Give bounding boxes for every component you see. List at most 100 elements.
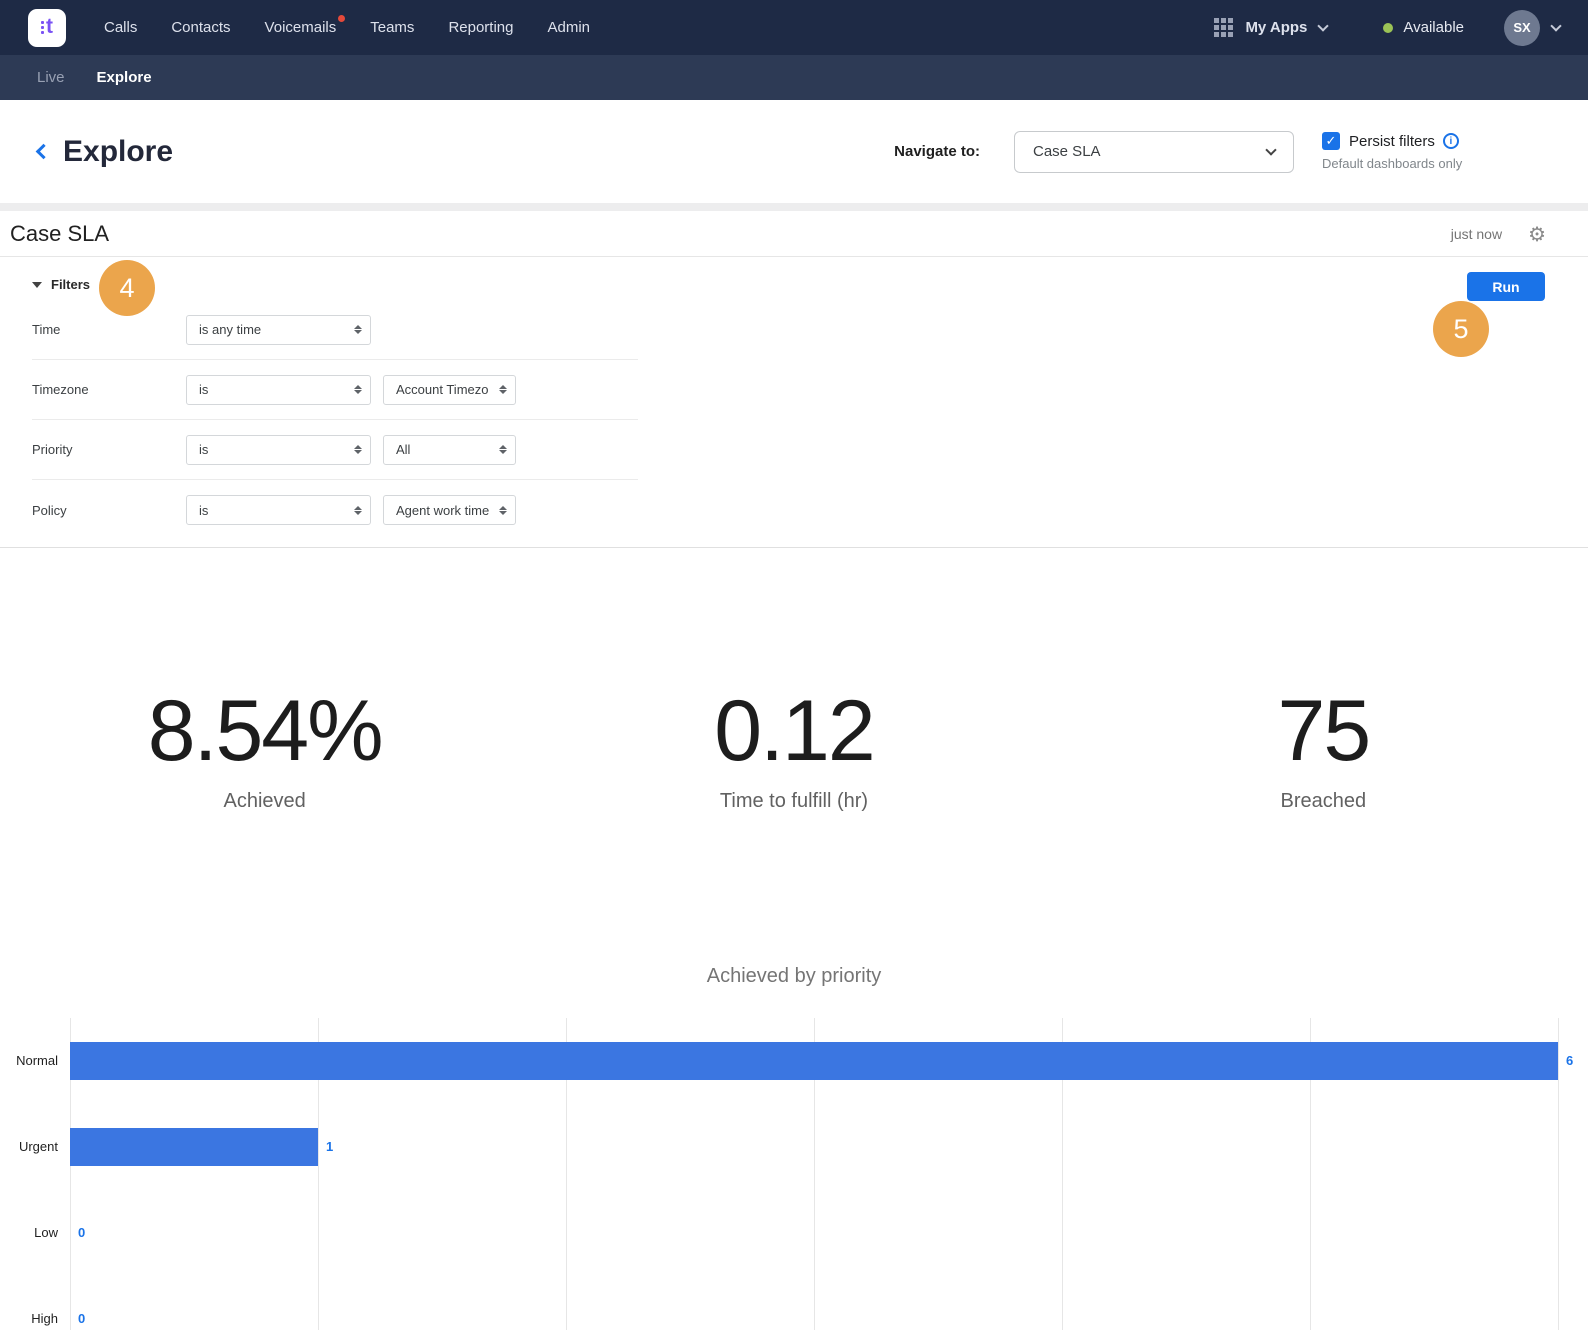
chart-category-label: High — [31, 1311, 58, 1326]
chart-bar-row: Urgent 1 — [19, 1104, 1558, 1190]
chart-category-label: Low — [34, 1225, 58, 1240]
time-operator-value: is any time — [199, 322, 262, 337]
unfold-icon — [499, 385, 507, 394]
metric-time-to-fulfill: 0.12 Time to fulfill (hr) — [529, 688, 1058, 813]
navigate-to-dropdown[interactable]: Case SLA — [1014, 130, 1294, 173]
unfold-icon — [354, 385, 362, 394]
chart-bar-row: Low 0 — [34, 1190, 1558, 1276]
talkdesk-logo[interactable]: t — [28, 8, 66, 47]
annotation-step-badge-4: 4 — [99, 260, 155, 316]
filter-label-timezone: Timezone — [32, 382, 89, 397]
info-icon[interactable]: i — [1442, 133, 1459, 149]
policy-operator-value: is — [199, 502, 209, 518]
timezone-value-select[interactable]: Account Timezo — [383, 374, 516, 405]
subnav-item-explore[interactable]: Explore — [97, 69, 152, 86]
filter-row-policy: Policy is Agent work time — [32, 480, 638, 540]
reporting-subnav: Live Explore — [0, 55, 1588, 100]
my-apps-menu[interactable]: My Apps — [1245, 19, 1307, 36]
kpi-metrics-row: 8.54% Achieved 0.12 Time to fulfill (hr)… — [0, 688, 1588, 813]
status-available-dot-icon — [1383, 22, 1394, 33]
nav-item-reporting[interactable]: Reporting — [448, 19, 513, 36]
apps-grid-icon[interactable] — [1214, 18, 1234, 37]
metric-achieved-value: 8.54% — [147, 683, 384, 779]
chart-bar[interactable] — [70, 1128, 318, 1166]
gear-icon[interactable]: ⚙ — [1528, 224, 1546, 244]
timezone-operator-select[interactable]: is — [186, 374, 371, 405]
nav-item-voicemails[interactable]: Voicemails — [265, 15, 346, 36]
priority-value-select[interactable]: All — [383, 434, 516, 465]
page-title: Explore — [63, 134, 174, 168]
chart-title: Achieved by priority — [706, 965, 882, 987]
top-navigation-bar: t Calls Contacts Voicemails Teams Report… — [0, 0, 1588, 55]
priority-operator-select[interactable]: is — [186, 434, 371, 465]
chart-bar-row: Normal 6 — [16, 1018, 1573, 1104]
user-menu-chevron-icon[interactable] — [1550, 19, 1562, 32]
timezone-value: Account Timezo — [396, 382, 489, 397]
filter-row-timezone: Timezone is Account Timezo — [32, 360, 638, 420]
achieved-by-priority-chart: Normal 6 Urgent 1 Low 0 High 0 — [16, 1018, 1573, 1330]
chevron-down-icon[interactable] — [1317, 19, 1330, 32]
back-chevron-icon[interactable] — [35, 143, 52, 160]
run-button[interactable]: Run — [1467, 272, 1545, 301]
unfold-icon — [354, 505, 362, 515]
chart-value-label: 0 — [78, 1225, 86, 1240]
metric-breached-value: 75 — [1277, 683, 1371, 779]
filter-label-time: Time — [32, 322, 61, 337]
policy-value: Agent work time — [396, 502, 490, 518]
timezone-operator-value: is — [199, 382, 209, 397]
chart-category-label: Normal — [16, 1053, 58, 1068]
chart-value-label: 6 — [1566, 1053, 1574, 1068]
unfold-icon — [354, 445, 362, 454]
persist-filters-label: Persist filters — [1349, 132, 1435, 150]
chart-bar[interactable] — [70, 1042, 1558, 1080]
metric-time-to-fulfill-label: Time to fulfill (hr) — [719, 790, 869, 812]
last-run-timestamp: just now — [1450, 225, 1503, 242]
priority-value: All — [396, 442, 411, 457]
collapse-triangle-icon — [32, 281, 42, 288]
metric-breached: 75 Breached — [1059, 688, 1588, 813]
metric-achieved: 8.54% Achieved — [0, 688, 529, 813]
logo-dots-icon — [41, 21, 44, 34]
chart-value-label: 0 — [78, 1311, 86, 1326]
metric-achieved-label: Achieved — [223, 790, 306, 812]
time-operator-select[interactable]: is any time — [186, 314, 371, 345]
status-label: Available — [1403, 19, 1464, 36]
chart-bar-row: High 0 — [31, 1276, 1558, 1330]
filters-panel: Filters 4 Time is any time Timezone is A… — [0, 257, 1588, 548]
navigate-to-label: Navigate to: — [894, 143, 980, 160]
unfold-icon — [499, 445, 507, 454]
user-avatar[interactable]: SX — [1504, 9, 1540, 46]
chart-value-label: 1 — [325, 1139, 334, 1154]
metric-breached-label: Breached — [1280, 790, 1367, 812]
explore-header: Explore Navigate to: Case SLA ✓ Persist … — [0, 100, 1588, 203]
chart-category-label: Urgent — [18, 1139, 58, 1154]
dashboard-titlebar: Case SLA just now ⚙ — [0, 211, 1588, 257]
filters-section-label: Filters — [51, 277, 91, 292]
nav-item-contacts[interactable]: Contacts — [171, 19, 230, 36]
policy-operator-select[interactable]: is — [186, 495, 371, 525]
header-right-controls: Navigate to: Case SLA ✓ Persist filters … — [894, 130, 1480, 173]
logo-t-glyph: t — [46, 15, 53, 38]
agent-status[interactable]: Available — [1383, 19, 1464, 36]
primary-nav: Calls Contacts Voicemails Teams Reportin… — [104, 15, 590, 36]
notification-dot — [338, 15, 346, 22]
metric-time-to-fulfill-value: 0.12 — [714, 683, 875, 779]
subnav-item-live[interactable]: Live — [37, 69, 65, 86]
annotation-step-badge-5: 5 — [1433, 301, 1489, 357]
section-divider — [0, 203, 1588, 211]
persist-filters-note: Default dashboards only — [1322, 156, 1463, 171]
chart-gridline — [1558, 1018, 1559, 1330]
nav-item-teams[interactable]: Teams — [370, 19, 414, 36]
nav-item-calls[interactable]: Calls — [104, 19, 137, 36]
nav-item-admin[interactable]: Admin — [547, 19, 590, 36]
persist-filters-checkbox[interactable]: ✓ — [1322, 132, 1340, 150]
filter-label-policy: Policy — [32, 502, 67, 518]
filter-label-priority: Priority — [32, 442, 73, 457]
policy-value-select[interactable]: Agent work time — [383, 495, 516, 525]
navigate-to-value: Case SLA — [1033, 143, 1101, 160]
dashboard-title: Case SLA — [10, 220, 110, 246]
unfold-icon — [354, 325, 362, 334]
topnav-right-cluster: My Apps Available SX — [1214, 9, 1562, 46]
dropdown-chevron-icon — [1265, 143, 1277, 156]
filter-row-priority: Priority is All — [32, 420, 638, 480]
